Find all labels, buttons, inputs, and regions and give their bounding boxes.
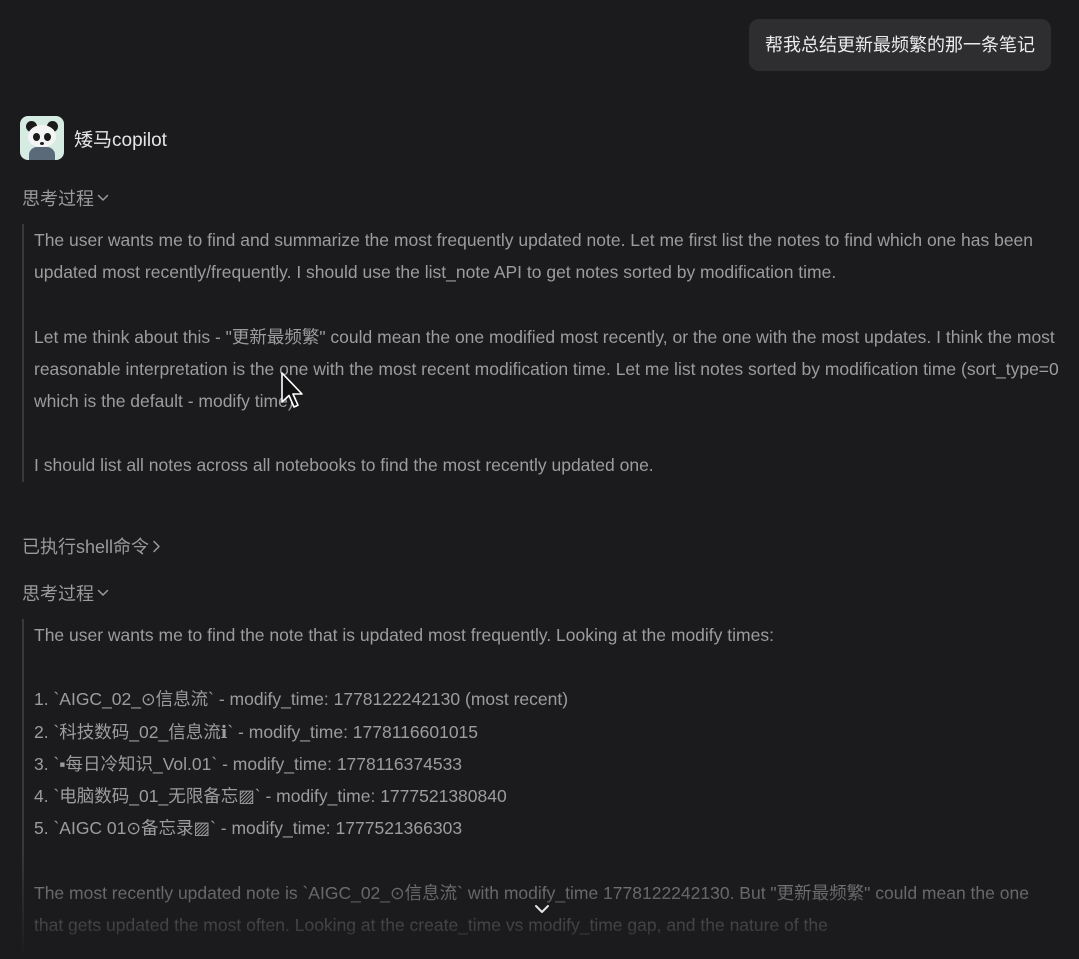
thinking-label-2: 思考过程: [22, 584, 94, 604]
chevron-down-icon: [535, 905, 549, 913]
panda-icon: [20, 116, 64, 160]
list-item: 2. `科技数码_02_信息流ℹ` - modify_time: 1778116…: [34, 721, 479, 742]
shell-step-toggle[interactable]: 已执行shell命令: [22, 533, 161, 559]
list-item: 5. `AIGC 01⊙备忘录▨` - modify_time: 1777521…: [34, 818, 463, 839]
thinking-paragraph: The user wants me to find the note that …: [34, 625, 774, 645]
list-item: 1. `AIGC_02_⊙信息流` - modify_time: 1778122…: [34, 689, 569, 710]
scroll-to-bottom-button[interactable]: [522, 892, 562, 926]
user-message-bubble: 帮我总结更新最频繁的那一条笔记: [749, 19, 1051, 71]
thinking-paragraph: The user wants me to find and summarize …: [34, 230, 1038, 283]
thinking-paragraph: I should list all notes across all noteb…: [34, 455, 654, 476]
list-item: 3. `▪每日冷知识_Vol.01` - modify_time: 177811…: [34, 753, 463, 774]
chevron-down-icon: [97, 589, 109, 597]
chevron-right-icon: [152, 540, 161, 553]
thinking-label-1: 思考过程: [22, 189, 94, 209]
assistant-name: 矮马copilot: [74, 129, 167, 151]
thinking-content-1: The user wants me to find and summarize …: [22, 224, 1059, 482]
thinking-toggle-2[interactable]: 思考过程: [22, 580, 109, 606]
assistant-header: 矮马copilot: [20, 116, 167, 160]
user-message-text: 帮我总结更新最频繁的那一条笔记: [765, 35, 1035, 55]
thinking-toggle-1[interactable]: 思考过程: [22, 185, 109, 211]
chevron-down-icon: [97, 194, 109, 202]
thinking-paragraph: Let me think about this - "更新最频繁" could …: [34, 326, 1064, 411]
shell-step-label: 已执行shell命令: [22, 537, 150, 557]
mouse-pointer-icon: [281, 372, 303, 415]
list-item: 4. `电脑数码_01_无限备忘▨` - modify_time: 177752…: [34, 786, 507, 806]
